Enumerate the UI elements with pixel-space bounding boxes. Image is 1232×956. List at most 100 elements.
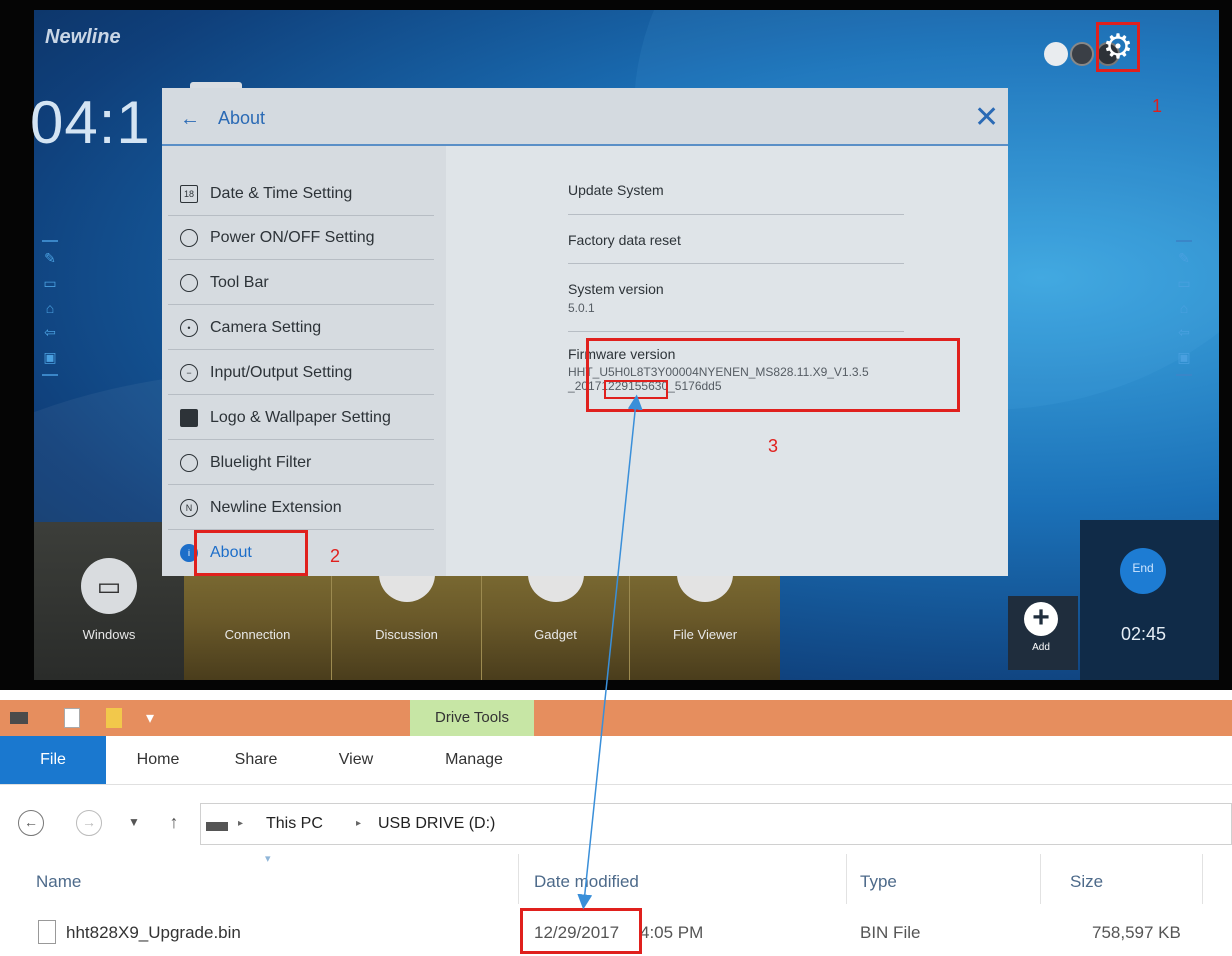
- dock-label: Gadget: [534, 627, 577, 642]
- menu-item-date-time[interactable]: 18 Date & Time Setting: [168, 172, 434, 216]
- address-bar[interactable]: [200, 803, 1232, 845]
- sort-indicator-icon: ▾: [265, 853, 271, 865]
- end-label: End: [1132, 561, 1154, 575]
- up-icon[interactable]: ↑: [160, 808, 188, 836]
- menu-item-input-output[interactable]: − Input/Output Setting: [168, 351, 434, 395]
- toolbar-icon: [180, 273, 198, 292]
- crumb-this-pc[interactable]: This PC: [266, 804, 323, 844]
- drive-icon: [10, 712, 28, 724]
- right-sidebar: ✎ ▭ ⌂ ⇦ ▣: [1176, 240, 1192, 376]
- back-icon[interactable]: ⇦: [1178, 324, 1190, 341]
- screen-icon[interactable]: ▣: [43, 349, 56, 366]
- date-highlight-box: [520, 908, 642, 954]
- about-highlight-box: [194, 530, 308, 576]
- home-icon[interactable]: ⌂: [1180, 300, 1188, 316]
- menu-label: Power ON/OFF Setting: [210, 228, 375, 246]
- menu-item-camera[interactable]: • Camera Setting: [168, 306, 434, 350]
- firmware-highlight-box: [586, 338, 960, 412]
- factory-reset-row[interactable]: Factory data reset: [568, 215, 904, 264]
- properties-icon[interactable]: [64, 708, 80, 728]
- col-size[interactable]: Size: [1070, 864, 1103, 900]
- menu-item-bluelight[interactable]: Bluelight Filter: [168, 441, 434, 485]
- col-separator[interactable]: [1202, 854, 1203, 904]
- marker-2: 2: [330, 546, 341, 566]
- power-timer-icon: [180, 228, 198, 247]
- file-icon: [38, 920, 56, 944]
- plus-icon: +: [1024, 602, 1058, 636]
- tab-file[interactable]: File: [0, 736, 106, 784]
- system-version-row: System version 5.0.1: [568, 264, 904, 332]
- newline-icon: N: [180, 498, 198, 517]
- file-size: 758,597 KB: [1092, 923, 1181, 942]
- back-arrow-icon[interactable]: ←: [180, 108, 200, 131]
- forward-nav-icon[interactable]: →: [76, 810, 102, 836]
- clock: 04:1: [30, 89, 151, 156]
- menu-label: Camera Setting: [210, 318, 322, 336]
- whiteboard-icon[interactable]: ▭: [43, 275, 56, 292]
- monitor-icon: ▭: [81, 558, 137, 614]
- menu-label: Bluelight Filter: [210, 453, 312, 471]
- system-version-label: System version: [568, 281, 664, 297]
- col-type[interactable]: Type: [860, 864, 897, 900]
- recent-dropdown-icon[interactable]: ▼: [120, 808, 148, 836]
- home-icon[interactable]: ⌂: [46, 300, 54, 316]
- tab-view[interactable]: View: [316, 736, 396, 784]
- camera-icon: •: [180, 318, 198, 337]
- tab-manage[interactable]: Manage: [424, 736, 524, 784]
- end-button[interactable]: End: [1120, 548, 1166, 594]
- screen-icon[interactable]: ▣: [1177, 349, 1190, 366]
- factory-reset-label: Factory data reset: [568, 232, 681, 248]
- menu-label: Logo & Wallpaper Setting: [210, 408, 391, 426]
- whiteboard-icon[interactable]: ▭: [1177, 275, 1190, 292]
- back-nav-icon[interactable]: ←: [18, 810, 44, 836]
- quick-access-dropdown-icon[interactable]: ▾: [146, 708, 154, 728]
- crumb-separator: ▸: [238, 818, 244, 829]
- calendar-icon: 18: [180, 184, 198, 203]
- firmware-line-2-prefix: _: [568, 379, 575, 393]
- menu-item-power[interactable]: Power ON/OFF Setting: [168, 216, 434, 260]
- col-date-modified[interactable]: Date modified: [534, 864, 639, 900]
- update-system-label: Update System: [568, 182, 664, 198]
- marker-3: 3: [768, 436, 779, 456]
- close-icon[interactable]: ✕: [974, 100, 999, 135]
- dock-label: Windows: [82, 627, 136, 642]
- col-separator[interactable]: [518, 854, 519, 904]
- gear-icon[interactable]: ⚙: [1101, 28, 1135, 66]
- image-icon: [180, 408, 198, 427]
- file-type: BIN File: [860, 923, 921, 942]
- session-timer: 02:45: [1121, 624, 1167, 644]
- drive-crumb-icon: [206, 822, 228, 831]
- dock-add[interactable]: + Add: [1018, 602, 1064, 662]
- marker-1: 1: [1152, 96, 1163, 116]
- brand-logo: Newline: [45, 26, 121, 48]
- menu-item-newline-extension[interactable]: N Newline Extension: [168, 486, 434, 530]
- file-name[interactable]: hht828X9_Upgrade.bin: [66, 915, 241, 951]
- crumb-usb-drive[interactable]: USB DRIVE (D:): [378, 804, 495, 844]
- left-sidebar: ✎ ▭ ⌂ ⇦ ▣: [42, 240, 58, 376]
- dock-label: File Viewer: [672, 627, 738, 642]
- tab-home[interactable]: Home: [116, 736, 200, 784]
- note-icon[interactable]: ✎: [44, 250, 56, 267]
- tab-share[interactable]: Share: [214, 736, 298, 784]
- file-time: 4:05 PM: [640, 923, 704, 942]
- menu-label: Tool Bar: [210, 273, 269, 291]
- add-label: Add: [1032, 642, 1050, 653]
- col-separator[interactable]: [1040, 854, 1041, 904]
- ethernet-icon: [1070, 42, 1094, 66]
- col-separator[interactable]: [846, 854, 847, 904]
- crumb-separator: ▸: [356, 818, 362, 829]
- menu-label: Date & Time Setting: [210, 184, 353, 202]
- col-name[interactable]: Name: [36, 864, 81, 900]
- firmware-date-highlight: [604, 380, 668, 399]
- input-output-icon: −: [180, 363, 198, 382]
- new-folder-icon[interactable]: [106, 708, 122, 728]
- title-bar: [0, 700, 1232, 736]
- dock-end-bg: [1080, 520, 1219, 680]
- usb-icon: [1044, 42, 1068, 66]
- update-system-row[interactable]: Update System: [568, 168, 904, 215]
- note-icon[interactable]: ✎: [1178, 250, 1190, 267]
- menu-item-toolbar[interactable]: Tool Bar: [168, 261, 434, 305]
- menu-label: Newline Extension: [210, 498, 342, 516]
- menu-item-logo-wallpaper[interactable]: Logo & Wallpaper Setting: [168, 396, 434, 440]
- back-icon[interactable]: ⇦: [44, 324, 56, 341]
